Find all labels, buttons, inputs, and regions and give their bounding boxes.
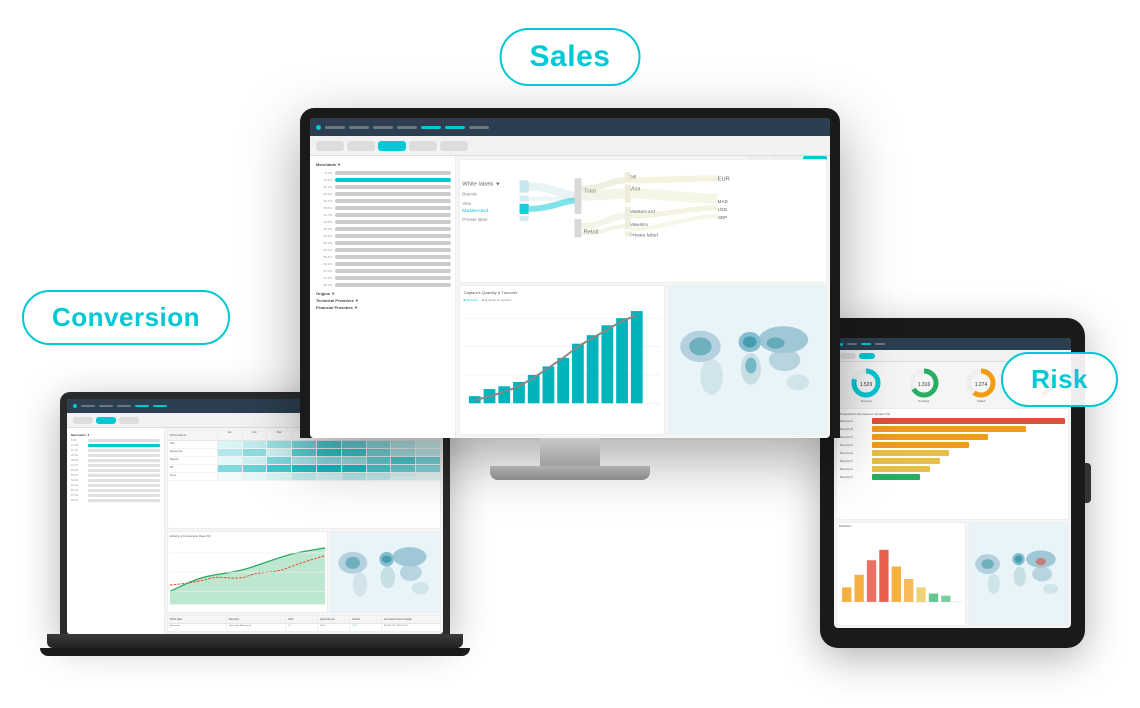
list-item: 43.8% <box>312 218 453 225</box>
laptop-map <box>330 531 441 613</box>
monitor-bottom-charts: Capture's Quantity & Turnover ■ Turnover… <box>459 285 827 435</box>
tablet-power-button <box>1085 463 1091 503</box>
svg-text:Brands: Brands <box>462 192 476 197</box>
svg-text:White labels ▼: White labels ▼ <box>462 182 500 188</box>
toolbar-pill-1 <box>316 141 344 151</box>
list-item: 33.1% <box>312 197 453 204</box>
list-item: 28.4% <box>312 190 453 197</box>
list-item: 36.0% <box>312 204 453 211</box>
monitor-dashboard: Activity Contestation Turnover Merchants… <box>310 118 830 438</box>
svg-text:1.529: 1.529 <box>860 382 873 388</box>
tablet-map <box>968 522 1069 626</box>
monitor-sankey: White labels ▼ Brands Visa Mastercard Pr… <box>459 159 827 283</box>
monitor-charts: White labels ▼ Brands Visa Mastercard Pr… <box>456 156 830 438</box>
svg-text:Mastercard: Mastercard <box>462 208 488 214</box>
monitor-body: Activity Contestation Turnover Merchants… <box>300 108 840 438</box>
monitor-device: Activity Contestation Turnover Merchants… <box>300 108 840 480</box>
svg-text:USD: USD <box>717 207 727 212</box>
donut-3: 1.274 Failed <box>965 367 997 403</box>
svg-text:Private label: Private label <box>462 217 487 222</box>
list-item: 45.9% <box>312 225 453 232</box>
list-item: 58.1% <box>312 281 453 288</box>
scene: Sales Conversion Risk <box>0 0 1140 708</box>
monitor-screen: Activity Contestation Turnover Merchants… <box>310 118 830 438</box>
monitor-body-content: Merchants ▼ 8.4% 14.1% 20.1% <box>310 156 830 438</box>
laptop-table: White label Merchant GMV Approval rate G… <box>167 615 441 632</box>
donut-2: 1.316 Pending <box>908 367 940 403</box>
list-item: 52.6% <box>312 239 453 246</box>
svg-text:Private label: Private label <box>629 233 657 239</box>
nav-statistics <box>421 126 441 129</box>
nav-accounting <box>397 126 417 129</box>
list-item: 20.1% <box>312 183 453 190</box>
nav-settings <box>469 126 489 129</box>
tablet-bottom-row: Distribution <box>836 522 1069 626</box>
laptop-area-chart: Activity & Conversion Rate (%) <box>167 531 328 613</box>
monitor-sidebar: Merchants ▼ 8.4% 14.1% 20.1% <box>310 156 456 438</box>
laptop-bottom-row: Activity & Conversion Rate (%) <box>167 531 441 613</box>
list-item: 55.4% <box>312 253 453 260</box>
monitor-toolbar <box>310 136 830 156</box>
svg-text:GBP: GBP <box>717 215 727 220</box>
sales-label: Sales <box>500 28 641 86</box>
list-item: 14.1% <box>312 176 453 183</box>
laptop-base <box>47 634 463 648</box>
toolbar-pill-3 <box>409 141 437 151</box>
list-item: 50.3% <box>312 232 453 239</box>
svg-text:EUR: EUR <box>717 177 729 183</box>
toolbar-pill-4 <box>440 141 468 151</box>
list-item: 54.1% <box>312 246 453 253</box>
toolbar-pill-2 <box>347 141 375 151</box>
monitor-nav <box>310 118 830 136</box>
nav-home <box>325 126 345 129</box>
conversion-label: Conversion <box>22 290 230 345</box>
nav-processing <box>349 126 369 129</box>
list-item: 56.9% <box>312 260 453 267</box>
donut-1: 1.529 Success <box>850 367 882 403</box>
list-item: 41.7% <box>312 211 453 218</box>
toolbar-pill-active <box>378 141 406 151</box>
laptop-nav-dot <box>73 404 77 408</box>
svg-text:1.316: 1.316 <box>917 382 930 388</box>
laptop-bottom <box>40 648 470 656</box>
monitor-base <box>490 466 650 480</box>
laptop-sidebar: Merchants ▼ 8.4% 14.1% 20.1% <box>67 428 165 634</box>
tablet-histogram: Distribution <box>836 522 966 626</box>
list-item: 8.4% <box>312 169 453 176</box>
tablet-bar-section: Propositions de risque et montant (%) Me… <box>836 408 1069 520</box>
svg-text:MAD: MAD <box>717 199 727 204</box>
nav-risk <box>373 126 393 129</box>
list-item: 57.4% <box>312 274 453 281</box>
nav-dot <box>316 125 321 130</box>
tablet-nav <box>834 338 1071 350</box>
nav-dashboard <box>445 126 465 129</box>
risk-label: Risk <box>1001 352 1118 407</box>
list-item: 57.0% <box>312 267 453 274</box>
svg-text:Visa: Visa <box>462 201 471 206</box>
svg-text:1.274: 1.274 <box>975 382 988 388</box>
monitor-neck <box>540 438 600 466</box>
